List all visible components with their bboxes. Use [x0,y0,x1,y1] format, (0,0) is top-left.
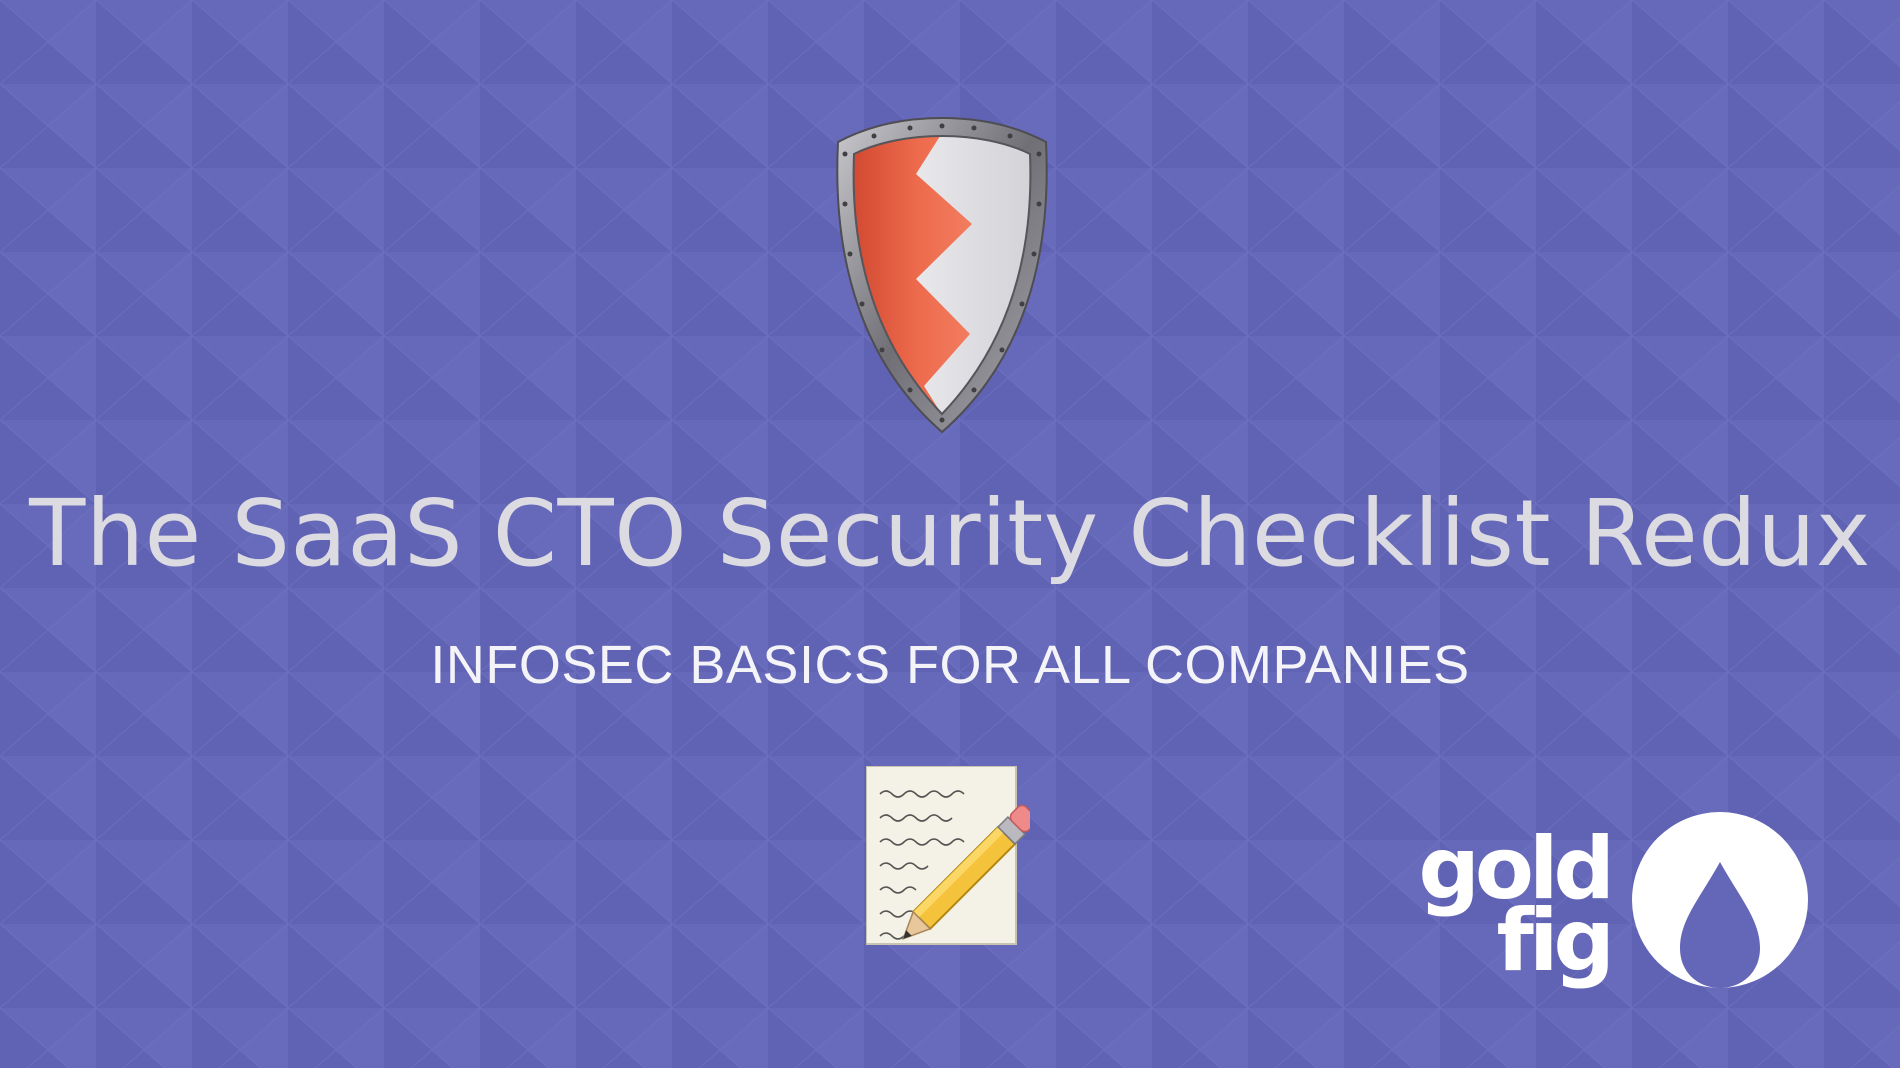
logo-text-line2: fig [1496,891,1615,991]
goldfig-logo: gold fig [1418,810,1810,991]
notepad-pencil-icon [866,766,1030,945]
page-title: The SaaS CTO Security Checklist Redux [29,480,1871,587]
page-subtitle: INFOSEC BASICS FOR ALL COMPANIES [430,635,1470,695]
shield-icon [836,116,1048,434]
flame-circle-icon [1632,812,1808,988]
